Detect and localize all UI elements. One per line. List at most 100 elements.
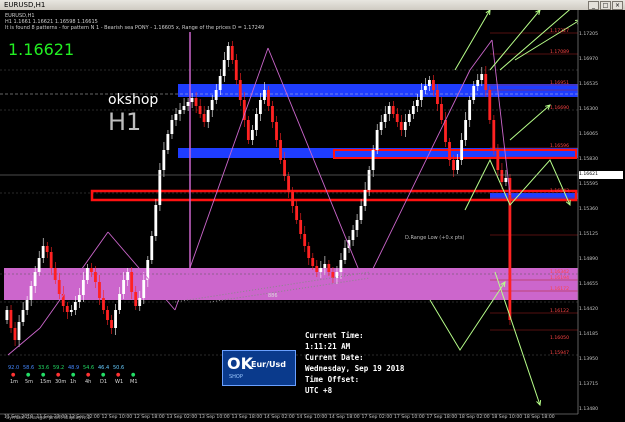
candle-body <box>57 280 61 294</box>
candle-body <box>134 292 138 306</box>
candle-body <box>496 150 500 170</box>
candle-body <box>452 160 455 170</box>
candle-body <box>126 272 130 280</box>
y-axis-label: 1.13715 <box>579 382 598 387</box>
strength-timeframe[interactable]: D1 <box>100 379 107 385</box>
candle-body <box>37 258 41 272</box>
candle-body <box>355 220 359 230</box>
candle-body <box>492 120 496 150</box>
candle-body <box>267 90 270 106</box>
candle-body <box>484 74 488 90</box>
candle-body <box>150 236 154 260</box>
candle-body <box>464 120 468 140</box>
candle-body <box>395 114 399 122</box>
candle-body <box>9 310 13 328</box>
strength-value: 48.9 <box>68 365 80 371</box>
candle-body <box>403 122 407 130</box>
projection-arrows <box>429 10 581 407</box>
candle-body <box>202 114 206 122</box>
level-price-label: 1.16690 <box>550 106 569 111</box>
close-button[interactable]: × <box>612 1 623 10</box>
strength-timeframe[interactable]: 4h <box>85 379 91 385</box>
candle-body <box>375 130 379 150</box>
candle-body <box>339 260 343 272</box>
candle-body <box>444 120 447 142</box>
candle-body <box>13 328 17 340</box>
strength-timeframe[interactable]: 5m <box>25 379 33 385</box>
y-axis-label: 1.16535 <box>579 82 598 87</box>
y-axis-label: 1.14420 <box>579 307 598 312</box>
candle-body <box>194 98 198 106</box>
candle-body <box>166 134 170 150</box>
strength-timeframe[interactable]: 1m <box>10 379 18 385</box>
candle-body <box>122 280 126 294</box>
strength-timeframe[interactable]: 1h <box>70 379 76 385</box>
clock-panel: Current Time: 1:11:21 AM Current Date: W… <box>305 330 404 396</box>
candle-body <box>415 100 419 106</box>
candle-body <box>238 80 242 100</box>
candle-body <box>504 178 508 182</box>
y-axis-label: 1.14890 <box>579 257 598 262</box>
y-axis-label: 1.14655 <box>579 282 598 287</box>
fib-886-label: 886 <box>268 293 278 299</box>
current-price-tag-label: 1.16621 <box>579 172 598 177</box>
logo-shop-text: SHOP <box>229 374 243 380</box>
candle-body <box>351 230 355 240</box>
window-title: EURUSD,H1 <box>4 1 46 9</box>
y-axis-label: 1.15125 <box>579 232 598 237</box>
strength-timeframe[interactable]: 15m <box>40 379 51 385</box>
candle-body <box>311 258 315 266</box>
candle-body <box>41 246 45 258</box>
candle-body <box>263 90 266 100</box>
candle-body <box>303 234 307 246</box>
candle-body <box>49 252 53 268</box>
y-axis-label: 1.15830 <box>579 157 598 162</box>
candle-body <box>295 206 299 220</box>
pattern-leg <box>267 47 366 286</box>
candle-body <box>359 206 363 220</box>
candle-body <box>222 60 226 76</box>
y-axis-label: 1.16065 <box>579 132 598 137</box>
candle-body <box>315 266 319 272</box>
candle-body <box>142 280 146 298</box>
candle-body <box>214 90 218 100</box>
minimize-button[interactable]: _ <box>588 1 599 10</box>
candle-body <box>399 122 403 130</box>
candle-body <box>488 90 492 120</box>
candle-body <box>387 106 391 114</box>
candle-body <box>198 106 202 114</box>
candle-body <box>440 104 443 120</box>
candle-body <box>291 192 295 206</box>
y-axis-label: 1.16300 <box>579 107 598 112</box>
strength-dot-icon: ● <box>86 372 91 378</box>
strength-dot-icon: ● <box>131 372 136 378</box>
candle-body <box>218 76 222 90</box>
range-low-label: D.Range Low (+0.x pts) <box>405 235 465 241</box>
candle-body <box>138 298 142 306</box>
strength-value: 92.0 <box>8 365 20 371</box>
y-axis-label: 1.14185 <box>579 332 598 337</box>
candle-body <box>299 220 303 234</box>
candle-body <box>90 268 93 272</box>
info-pattern: It is found 8 patterns - for pattern N 1… <box>5 25 265 31</box>
strength-timeframe[interactable]: W1 <box>115 379 123 385</box>
strength-dot-icon: ● <box>71 372 76 378</box>
strength-value: 46.4 <box>98 365 110 371</box>
projection-arrow <box>499 10 570 71</box>
maximize-button[interactable]: □ <box>600 1 611 10</box>
strength-dot-icon: ● <box>101 372 106 378</box>
y-axis-label: 1.15595 <box>579 182 598 187</box>
current-price-display: 1.16621 <box>8 40 75 59</box>
price-chart[interactable]: EURUSD,H1 H1 1.1661 1.16621 1.16598 1.16… <box>0 10 625 422</box>
candle-body <box>367 170 371 190</box>
candle-body <box>319 268 323 272</box>
strength-timeframe[interactable]: M1 <box>130 379 138 385</box>
candle-body <box>419 90 423 100</box>
candle-body <box>432 80 435 90</box>
candle-body <box>182 106 186 110</box>
candle-body <box>250 130 254 140</box>
candle-body <box>468 100 472 120</box>
candle-body <box>323 264 327 268</box>
strength-timeframe[interactable]: 30m <box>55 379 66 385</box>
candle-body <box>259 100 262 114</box>
